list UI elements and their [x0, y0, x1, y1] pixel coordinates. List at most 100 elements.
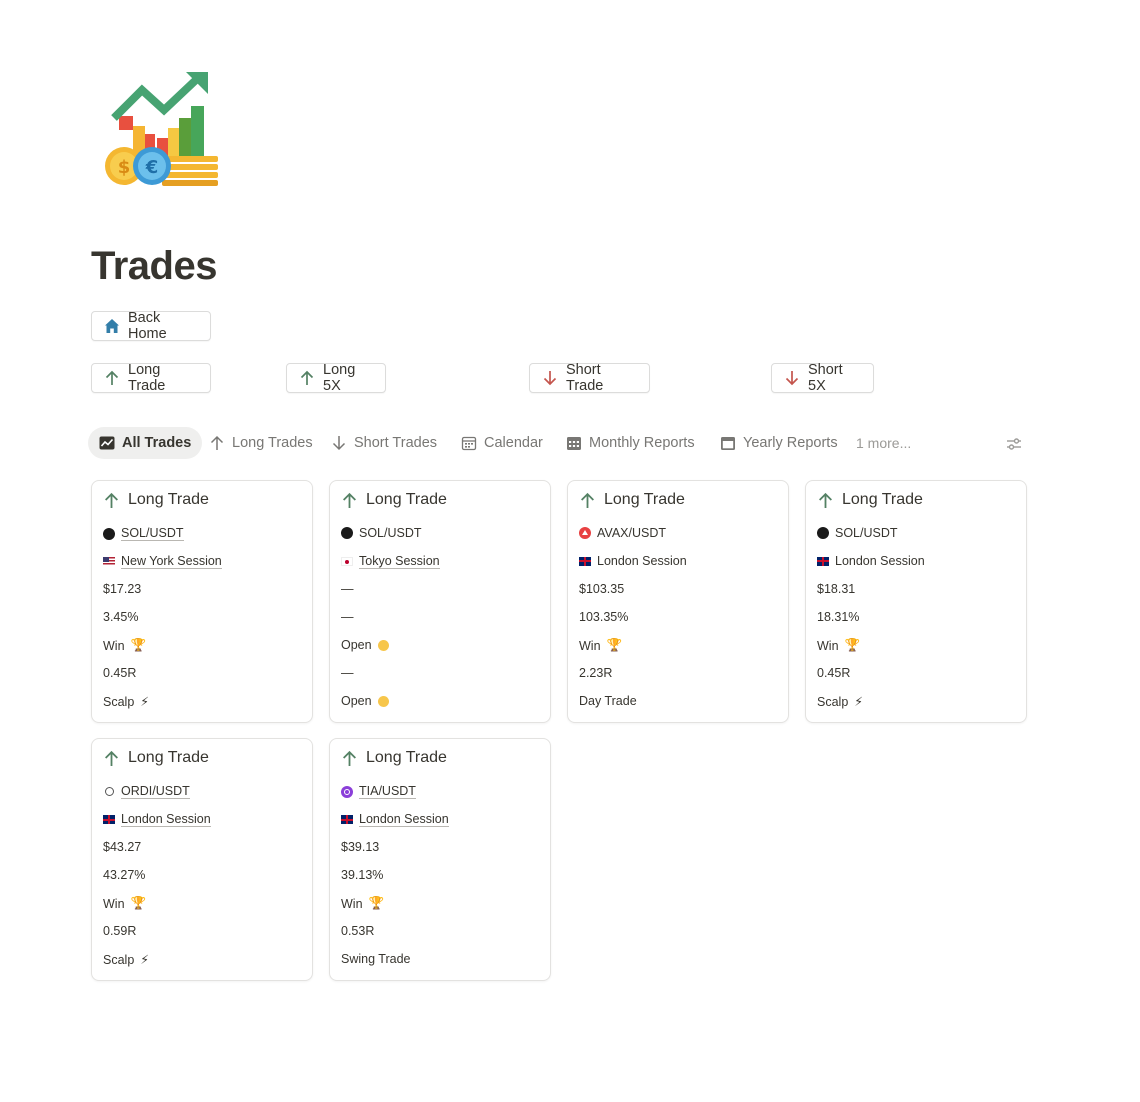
lightning-icon: ⚡ — [140, 953, 150, 967]
short-trade-button[interactable]: Short Trade — [529, 362, 650, 394]
yellow-dot-icon — [377, 695, 389, 707]
more-views-button[interactable]: 1 more... — [856, 427, 911, 459]
sol-icon — [103, 527, 115, 540]
pair-field[interactable]: AVAX/USDT — [579, 526, 666, 540]
tab-long-trades-label: Long Trades — [232, 435, 313, 451]
r-value: 2.23R — [579, 666, 613, 680]
session-field[interactable]: London Session — [579, 554, 687, 568]
arrow-up-icon — [105, 750, 118, 766]
pair-field[interactable]: SOL/USDT — [817, 526, 898, 540]
style-value: Scalp ⚡ — [103, 694, 150, 710]
pct-value: 43.27% — [103, 868, 146, 882]
home-icon — [105, 319, 119, 333]
view-settings-icon[interactable] — [1005, 435, 1023, 453]
result-value: Open — [341, 638, 389, 652]
session-field[interactable]: London Session — [817, 554, 925, 568]
trade-card[interactable]: Long Trade SOL/USDT Tokyo Session — — Op… — [329, 480, 551, 723]
trading-chart-coins-icon: $ € — [105, 72, 218, 186]
style-value: Day Trade — [579, 694, 637, 708]
pct-value: — — [341, 610, 354, 624]
tab-all-trades[interactable]: All Trades — [88, 427, 203, 459]
trophy-icon: 🏆 — [368, 896, 385, 910]
trophy-icon: 🏆 — [130, 896, 147, 910]
lightning-icon: ⚡ — [140, 695, 150, 709]
tab-yearly-reports-label: Yearly Reports — [743, 435, 838, 451]
tab-calendar[interactable]: Calendar — [461, 427, 543, 459]
arrow-up-icon — [105, 370, 119, 385]
tab-yearly-reports[interactable]: Yearly Reports — [720, 427, 838, 459]
long-5x-button[interactable]: Long 5X — [286, 362, 386, 394]
long-trade-label: Long Trade — [128, 362, 166, 394]
trade-card[interactable]: Long Trade TIA/USDT London Session $39.1… — [329, 738, 551, 981]
session-field[interactable]: Tokyo Session — [341, 554, 440, 569]
tia-icon — [341, 785, 353, 798]
arrow-up-icon — [581, 492, 594, 508]
session-field[interactable]: London Session — [103, 812, 211, 827]
yellow-dot-icon — [377, 639, 389, 651]
pair-field[interactable]: SOL/USDT — [103, 526, 184, 541]
pnl-value: $103.35 — [579, 582, 625, 596]
style-value: Scalp ⚡ — [103, 952, 150, 968]
pnl-value: $43.27 — [103, 840, 142, 854]
arrow-down-icon — [332, 436, 346, 451]
tab-all-trades-label: All Trades — [122, 435, 192, 451]
pct-value: 103.35% — [579, 610, 629, 624]
page-title: Trades — [91, 244, 217, 288]
sol-icon — [817, 527, 829, 539]
style-value: Open — [341, 694, 389, 708]
arrow-up-icon — [210, 435, 224, 450]
trade-card[interactable]: Long Trade ORDI/USDT London Session $43.… — [91, 738, 313, 981]
style-value: Scalp ⚡ — [817, 694, 864, 710]
short-trade-label: Short Trade — [566, 362, 604, 394]
uk-flag-icon — [579, 556, 591, 566]
result-value: Win 🏆 — [341, 896, 385, 911]
trade-card[interactable]: Long Trade SOL/USDT London Session $18.3… — [805, 480, 1027, 723]
tab-calendar-label: Calendar — [484, 435, 543, 451]
card-title: Long Trade — [341, 491, 447, 509]
trophy-icon: 🏆 — [844, 638, 861, 652]
result-value: Win 🏆 — [103, 638, 147, 653]
arrow-up-icon — [300, 370, 314, 385]
tab-short-trades-label: Short Trades — [354, 435, 438, 451]
pct-value: 18.31% — [817, 610, 860, 624]
style-value: Swing Trade — [341, 952, 411, 966]
svg-text:$: $ — [118, 157, 131, 178]
r-value: 0.59R — [103, 924, 137, 938]
pair-field[interactable]: TIA/USDT — [341, 784, 416, 799]
pnl-value: $18.31 — [817, 582, 856, 596]
short-5x-label: Short 5X — [808, 362, 843, 394]
pair-field[interactable]: SOL/USDT — [341, 526, 422, 540]
sol-icon — [341, 527, 353, 539]
arrow-up-icon — [343, 750, 356, 766]
tab-long-trades[interactable]: Long Trades — [209, 427, 313, 459]
result-value: Win 🏆 — [103, 896, 147, 911]
long-trade-button[interactable]: Long Trade — [91, 362, 211, 394]
svg-text:€: € — [145, 157, 159, 178]
card-title: Long Trade — [103, 749, 209, 767]
uk-flag-icon — [817, 556, 829, 566]
trade-card[interactable]: Long Trade AVAX/USDT London Session $103… — [567, 480, 789, 723]
pct-value: 3.45% — [103, 610, 139, 624]
calendar-blank-icon — [721, 437, 735, 450]
view-tabs: All Trades Long Trades Short Trades Cale… — [88, 427, 1031, 461]
uk-flag-icon — [103, 815, 115, 824]
pair-field[interactable]: ORDI/USDT — [103, 784, 190, 799]
back-home-button[interactable]: Back Home — [91, 310, 211, 342]
tab-monthly-reports[interactable]: Monthly Reports — [566, 427, 695, 459]
r-value: — — [341, 666, 354, 680]
uk-flag-icon — [341, 815, 353, 824]
arrow-up-icon — [343, 492, 356, 508]
session-field[interactable]: London Session — [341, 812, 449, 827]
chart-icon — [99, 436, 115, 450]
short-5x-button[interactable]: Short 5X — [771, 362, 874, 394]
tab-short-trades[interactable]: Short Trades — [331, 427, 437, 459]
us-flag-icon — [103, 557, 115, 566]
back-home-label: Back Home — [128, 310, 167, 342]
r-value: 0.45R — [817, 666, 851, 680]
trophy-icon: 🏆 — [130, 638, 147, 652]
session-field[interactable]: New York Session — [103, 554, 222, 569]
card-title: Long Trade — [341, 749, 447, 767]
trade-card[interactable]: Long Trade SOL/USDT New York Session $17… — [91, 480, 313, 723]
r-value: 0.45R — [103, 666, 137, 680]
calendar-grid-icon — [567, 437, 581, 450]
